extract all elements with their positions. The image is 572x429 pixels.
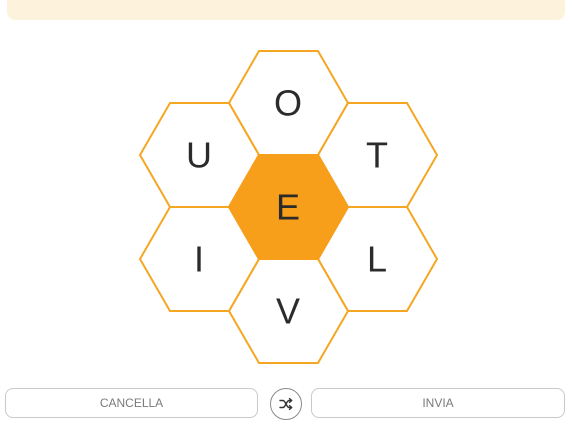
shuffle-icon: [279, 397, 293, 411]
enter-button[interactable]: INVIA: [311, 388, 565, 418]
shuffle-button[interactable]: [270, 388, 302, 420]
spelling-bee-game: O T L V I U E CANCELLA INVIA: [0, 0, 572, 429]
letter-hive: O T L V I U E: [138, 50, 439, 364]
delete-button[interactable]: CANCELLA: [5, 388, 258, 418]
